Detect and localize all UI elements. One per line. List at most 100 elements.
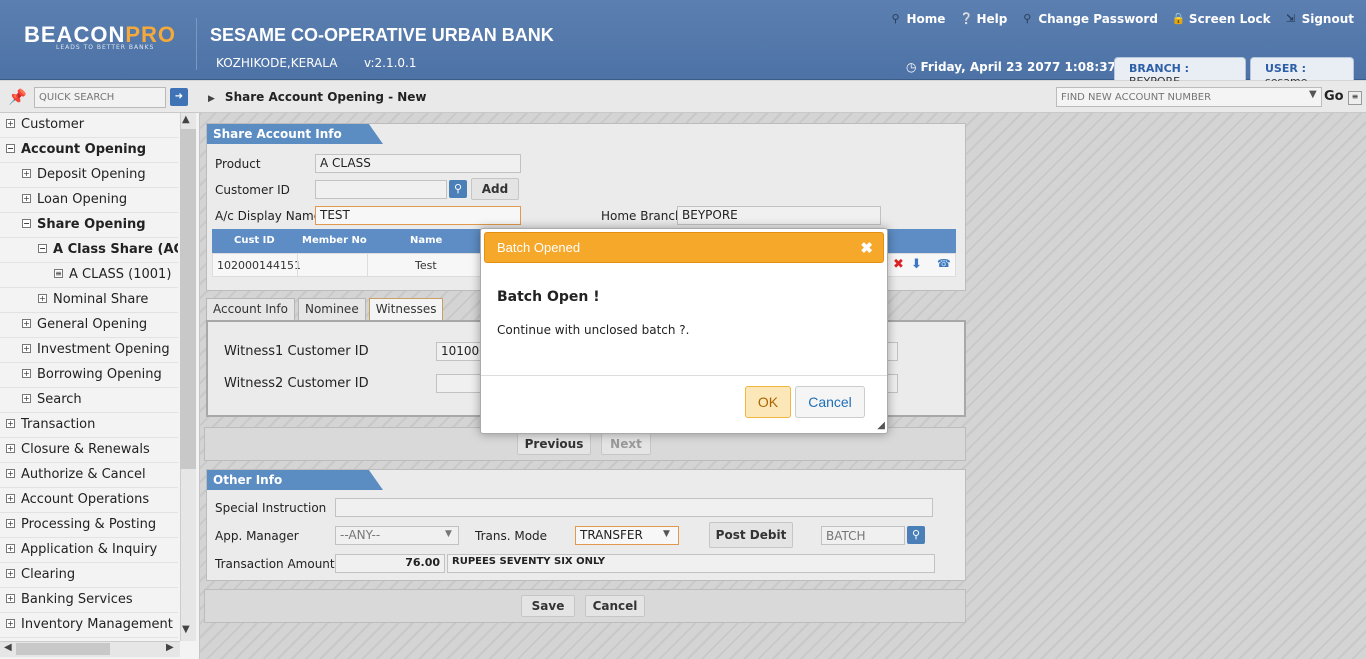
app-manager-label: App. Manager — [215, 529, 299, 543]
batch-input[interactable] — [821, 526, 905, 545]
help-icon: ❔ — [959, 12, 974, 25]
sidebar-item-deposit-opening[interactable]: + Deposit Opening — [0, 163, 178, 188]
sidebar: + Customer − Account Opening + Deposit Open… — [0, 113, 200, 659]
display-name-label: A/c Display Name — [215, 209, 322, 223]
chevron-right-icon[interactable]: ▶ — [166, 642, 174, 653]
post-debit-button[interactable]: Post Debit — [709, 522, 793, 548]
sidebar-vertical-scroll-thumb[interactable] — [180, 129, 196, 469]
add-button[interactable]: Add — [471, 178, 519, 200]
dialog-header-title: Batch Opened — [497, 240, 581, 255]
batch-opened-dialog: Batch Opened ✖ Batch Open ! Continue wit… — [480, 228, 888, 434]
amount-in-words: RUPEES SEVENTY SIX ONLY — [447, 554, 935, 573]
delete-icon[interactable]: ✖ — [893, 257, 904, 272]
sidebar-item-application-inquiry[interactable]: + Application & Inquiry — [0, 538, 178, 563]
dialog-header: Batch Opened ✖ — [484, 232, 884, 263]
user-tab[interactable]: USER : sesame — [1250, 57, 1354, 88]
grid-header-name: Name — [410, 235, 443, 246]
other-info-title: Other Info — [207, 470, 383, 490]
home-link[interactable]: ⚲ Home — [890, 12, 945, 26]
home-branch-label: Home Branch — [601, 209, 683, 223]
sidebar-item-loan-opening[interactable]: + Loan Opening — [0, 188, 178, 213]
sidebar-item-general-opening[interactable]: + General Opening — [0, 313, 178, 338]
menu-icon[interactable]: ≡ — [1348, 91, 1362, 105]
phone-icon[interactable]: ☎ — [937, 257, 951, 270]
grid-header-member-no: Member No — [302, 235, 367, 246]
clock-icon: ◷ — [906, 60, 917, 74]
help-link[interactable]: ❔ Help — [959, 12, 1007, 26]
sidebar-item-investment-opening[interactable]: + Investment Opening — [0, 338, 178, 363]
customer-id-label: Customer ID — [215, 183, 290, 197]
sidebar-item-nominal-share[interactable]: + Nominal Share — [0, 288, 178, 313]
sidebar-item-account-opening[interactable]: − Account Opening — [0, 138, 178, 163]
dialog-cancel-button[interactable]: Cancel — [795, 386, 865, 418]
chevron-up-icon[interactable]: ▲ — [182, 114, 190, 125]
chevron-down-icon[interactable]: ▼ — [182, 624, 190, 635]
witness2-label: Witness2 Customer ID — [224, 376, 369, 391]
find-account-input[interactable] — [1056, 87, 1322, 107]
display-name-field[interactable]: TEST — [315, 206, 521, 225]
chevron-down-icon[interactable]: ▼ — [1309, 89, 1317, 100]
sidebar-item-closure-renewals[interactable]: + Closure & Renewals — [0, 438, 178, 463]
save-button[interactable]: Save — [521, 595, 575, 617]
sidebar-item-customer[interactable]: + Customer — [0, 113, 178, 138]
app-manager-select[interactable]: --ANY-- — [335, 526, 459, 545]
witness1-label: Witness1 Customer ID — [224, 344, 369, 359]
sidebar-item-processing-posting[interactable]: + Processing & Posting — [0, 513, 178, 538]
sidebar-item-account-operations[interactable]: + Account Operations — [0, 488, 178, 513]
app-header: BEACONPRO LEADS TO BETTER BANKS SESAME C… — [0, 0, 1366, 88]
product-field[interactable]: A CLASS — [315, 154, 521, 173]
pin-icon[interactable]: 📌 — [8, 88, 27, 106]
sidebar-item-share-opening[interactable]: − Share Opening — [0, 213, 178, 238]
home-branch-field[interactable]: BEYPORE — [677, 206, 881, 225]
signout-link[interactable]: ⇲ Signout — [1285, 12, 1354, 26]
sidebar-horizontal-scroll-thumb[interactable] — [16, 643, 110, 655]
dialog-title: Batch Open ! — [497, 289, 600, 305]
chevron-down-icon[interactable]: ▼ — [445, 529, 452, 539]
sidebar-item-inventory-management[interactable]: + Inventory Management — [0, 613, 178, 638]
sidebar-item-search[interactable]: + Search — [0, 388, 178, 413]
branch-tab[interactable]: BRANCH : BEYPORE — [1114, 57, 1246, 88]
transaction-amount-label: Transaction Amount — [215, 557, 335, 571]
go-button[interactable]: Go — [1324, 89, 1344, 104]
key-icon: ⚲ — [1023, 12, 1032, 25]
header-divider — [196, 18, 197, 70]
action-bar: Save Cancel — [204, 589, 966, 623]
sidebar-item-a-class-share[interactable]: −A Class Share (ACC — [0, 238, 178, 263]
change-password-link[interactable]: ⚲ Change Password — [1021, 12, 1158, 26]
dialog-message: Continue with unclosed batch ?. — [497, 323, 690, 337]
chevron-left-icon[interactable]: ◀ — [4, 642, 12, 653]
sidebar-item-a-class-1001[interactable]: ≡ A CLASS (1001) — [0, 263, 178, 288]
customer-id-field[interactable] — [315, 180, 447, 199]
sidebar-item-transaction[interactable]: + Transaction — [0, 413, 178, 438]
app-version: v:2.1.0.1 — [364, 56, 417, 70]
sidebar-item-borrowing-opening[interactable]: + Borrowing Opening — [0, 363, 178, 388]
tab-witnesses[interactable]: Witnesses — [368, 298, 444, 320]
screen-lock-link[interactable]: 🔒 Screen Lock — [1172, 12, 1271, 26]
sub-toolbar: 📌 ➜ ▶Share Account Opening - New ▼ Go ≡ — [0, 81, 1366, 113]
tab-account-info[interactable]: Account Info — [206, 298, 295, 320]
next-button[interactable]: Next — [601, 433, 651, 455]
grid-separator — [297, 254, 298, 276]
tab-nominee[interactable]: Nominee — [297, 298, 366, 320]
cancel-button[interactable]: Cancel — [585, 595, 645, 617]
trans-mode-label: Trans. Mode — [475, 529, 548, 543]
sidebar-item-clearing[interactable]: + Clearing — [0, 563, 178, 588]
chevron-down-icon[interactable]: ▼ — [663, 529, 670, 539]
bank-name: SESAME CO-OPERATIVE URBAN BANK — [210, 25, 554, 45]
resize-grip-icon[interactable]: ◢ — [877, 420, 885, 431]
quick-search-input[interactable] — [34, 87, 166, 108]
ok-button[interactable]: OK — [745, 386, 791, 418]
previous-button[interactable]: Previous — [517, 433, 591, 455]
transaction-amount-field[interactable]: 76.00 — [335, 554, 445, 573]
sidebar-item-authorize-cancel[interactable]: + Authorize & Cancel — [0, 463, 178, 488]
close-icon[interactable]: ✖ — [860, 239, 873, 257]
download-icon[interactable]: ⬇ — [911, 257, 922, 272]
quick-search-go-button[interactable]: ➜ — [170, 88, 188, 106]
batch-search-icon[interactable]: ⚲ — [907, 526, 925, 544]
sidebar-item-banking-services[interactable]: + Banking Services — [0, 588, 178, 613]
customer-search-icon[interactable]: ⚲ — [449, 180, 467, 198]
logo-tagline: LEADS TO BETTER BANKS — [56, 44, 155, 51]
special-instruction-field[interactable] — [335, 498, 933, 517]
breadcrumb: ▶ Share Account Opening - New — [208, 90, 427, 104]
lock-icon: 🔒 — [1171, 12, 1186, 25]
